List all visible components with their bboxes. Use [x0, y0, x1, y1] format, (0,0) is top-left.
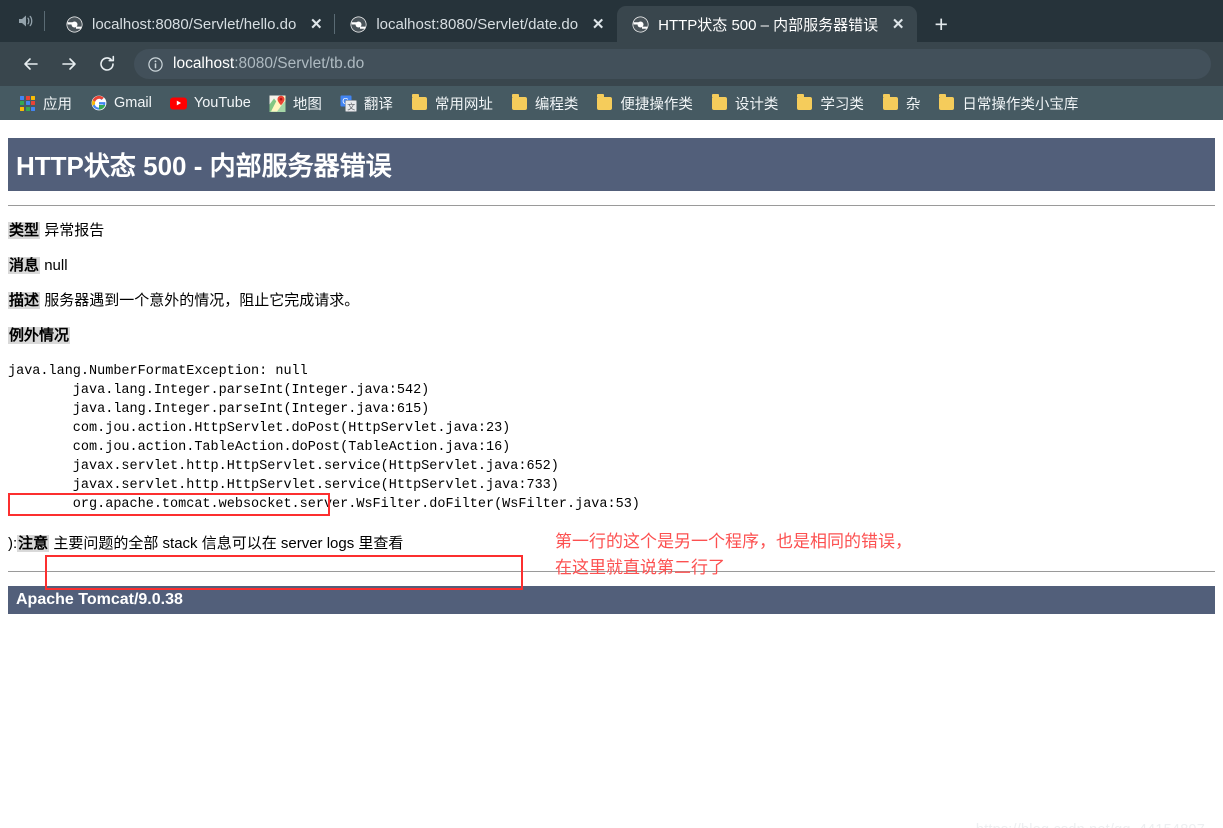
bookmark-label: Gmail [114, 95, 152, 111]
error-description-label: 描述 [8, 292, 41, 309]
tab-title: HTTP状态 500 – 内部服务器错误 [658, 16, 879, 34]
error-description-value: 服务器遇到一个意外的情况，阻止它完成请求。 [44, 292, 360, 309]
folder-icon [711, 93, 728, 112]
browser-tab-1[interactable]: localhost:8080/Servlet/hello.do ✕ [51, 6, 335, 42]
new-tab-button[interactable]: + [923, 6, 959, 42]
error-message-label: 消息 [8, 257, 41, 274]
bookmark-label: 应用 [43, 96, 72, 113]
error-type-value: 异常报告 [44, 222, 105, 239]
tab-close-button[interactable]: ✕ [307, 15, 325, 33]
tab-title: localhost:8080/Servlet/hello.do [92, 15, 297, 33]
folder-icon [882, 93, 899, 112]
browser-tab-3-active[interactable]: HTTP状态 500 – 内部服务器错误 ✕ [617, 6, 918, 42]
page-content: HTTP状态 500 - 内部服务器错误 类型 异常报告 消息 null 描述 … [0, 138, 1223, 828]
bookmark-label: 学习类 [820, 96, 864, 113]
tab-close-button[interactable]: ✕ [589, 15, 607, 33]
forward-button[interactable] [50, 45, 88, 83]
error-type-label: 类型 [8, 222, 41, 239]
translate-icon: G 文 [340, 95, 357, 112]
folder-icon [938, 93, 955, 112]
tab-strip: localhost:8080/Servlet/hello.do ✕ localh… [0, 0, 1223, 42]
error-message-value: null [44, 257, 68, 274]
stack-trace: java.lang.NumberFormatException: null ja… [8, 364, 640, 513]
back-button[interactable] [12, 45, 50, 83]
bookmark-label: 编程类 [534, 96, 579, 113]
error-description-row: 描述 服务器遇到一个意外的情况，阻止它完成请求。 [8, 292, 1215, 310]
bookmark-label: 杂 [905, 96, 921, 113]
bookmark-folder-misc[interactable]: 杂 [873, 93, 930, 114]
page-title: HTTP状态 500 - 内部服务器错误 [8, 138, 1215, 191]
exception-row: 例外情况 [8, 327, 1215, 345]
tab-title: localhost:8080/Servlet/date.do [376, 15, 579, 33]
bookmark-label: 翻译 [363, 96, 393, 113]
folder-icon [596, 93, 613, 112]
bookmark-folder-programming[interactable]: 编程类 [502, 93, 588, 114]
gmail-icon [90, 95, 107, 112]
reload-button[interactable] [88, 45, 126, 83]
bookmark-label: 设计类 [734, 96, 779, 113]
annotation-box-app-frames [45, 555, 523, 590]
browser-toolbar: localhost:8080/Servlet/tb.do [0, 42, 1223, 86]
address-bar[interactable]: localhost:8080/Servlet/tb.do [134, 49, 1211, 79]
error-details: 类型 异常报告 消息 null 描述 服务器遇到一个意外的情况，阻止它完成请求。… [8, 206, 1215, 345]
globe-icon [349, 15, 367, 33]
url-path: :8080/Servlet/tb.do [234, 55, 365, 72]
note-value: 主要问题的全部 stack 信息可以在 server logs 里查看 [53, 535, 404, 553]
bookmark-translate[interactable]: G 文 翻译 [331, 93, 402, 114]
note-label: 注意 [17, 535, 50, 553]
folder-icon [796, 93, 813, 112]
info-circle-icon[interactable] [148, 56, 163, 72]
bookmark-label: 常用网址 [434, 96, 493, 113]
exception-label: 例外情况 [8, 327, 71, 344]
bookmark-label: 便捷操作类 [620, 96, 693, 113]
bookmark-maps[interactable]: 地图 [260, 93, 331, 114]
folder-icon [511, 93, 528, 112]
error-message-row: 消息 null [8, 257, 1215, 275]
bookmark-label: YouTube [193, 95, 251, 111]
watermark: https://blog.csdn.net/qq_44154897 [976, 822, 1205, 828]
bookmark-label: 日常操作类小宝库 [962, 96, 1079, 113]
bookmark-youtube[interactable]: YouTube [161, 95, 260, 112]
bookmark-label: 地图 [292, 96, 322, 113]
bookmark-folder-convenient-ops[interactable]: 便捷操作类 [587, 93, 702, 114]
bookmark-folder-daily-ops-treasury[interactable]: 日常操作类小宝库 [929, 93, 1087, 114]
bookmark-folder-design[interactable]: 设计类 [702, 93, 788, 114]
url-host: localhost [173, 55, 235, 72]
folder-icon [411, 93, 428, 112]
browser-window: localhost:8080/Servlet/hello.do ✕ localh… [0, 0, 1223, 828]
apps-grid-icon [19, 95, 36, 112]
tab-divider [44, 11, 45, 31]
server-footer: Apache Tomcat/9.0.38 [8, 586, 1215, 615]
address-bar-text: localhost:8080/Servlet/tb.do [173, 55, 364, 73]
svg-text:文: 文 [347, 101, 355, 111]
error-type-row: 类型 异常报告 [8, 222, 1215, 240]
annotation-text: 第一行的这个是另一个程序，也是相同的错误， 在这里就直说第二行了 [555, 532, 912, 578]
bookmark-folder-study[interactable]: 学习类 [787, 93, 873, 114]
youtube-icon [169, 95, 187, 112]
globe-icon [65, 15, 83, 33]
bookmark-apps[interactable]: 应用 [10, 93, 81, 114]
speaker-muted-icon[interactable] [8, 0, 42, 42]
bookmarks-bar: 应用 Gmail YouTube 地图 文 翻译 常用网址 编程类 便捷操作类 … [0, 86, 1223, 120]
note-prefix: ): [8, 535, 18, 553]
globe-icon [631, 15, 649, 33]
tab-close-button[interactable]: ✕ [889, 15, 907, 33]
maps-icon [269, 95, 286, 112]
browser-tab-2[interactable]: localhost:8080/Servlet/date.do ✕ [334, 6, 617, 42]
bookmark-folder-common-sites[interactable]: 常用网址 [402, 93, 502, 114]
bookmark-gmail[interactable]: Gmail [81, 95, 161, 112]
